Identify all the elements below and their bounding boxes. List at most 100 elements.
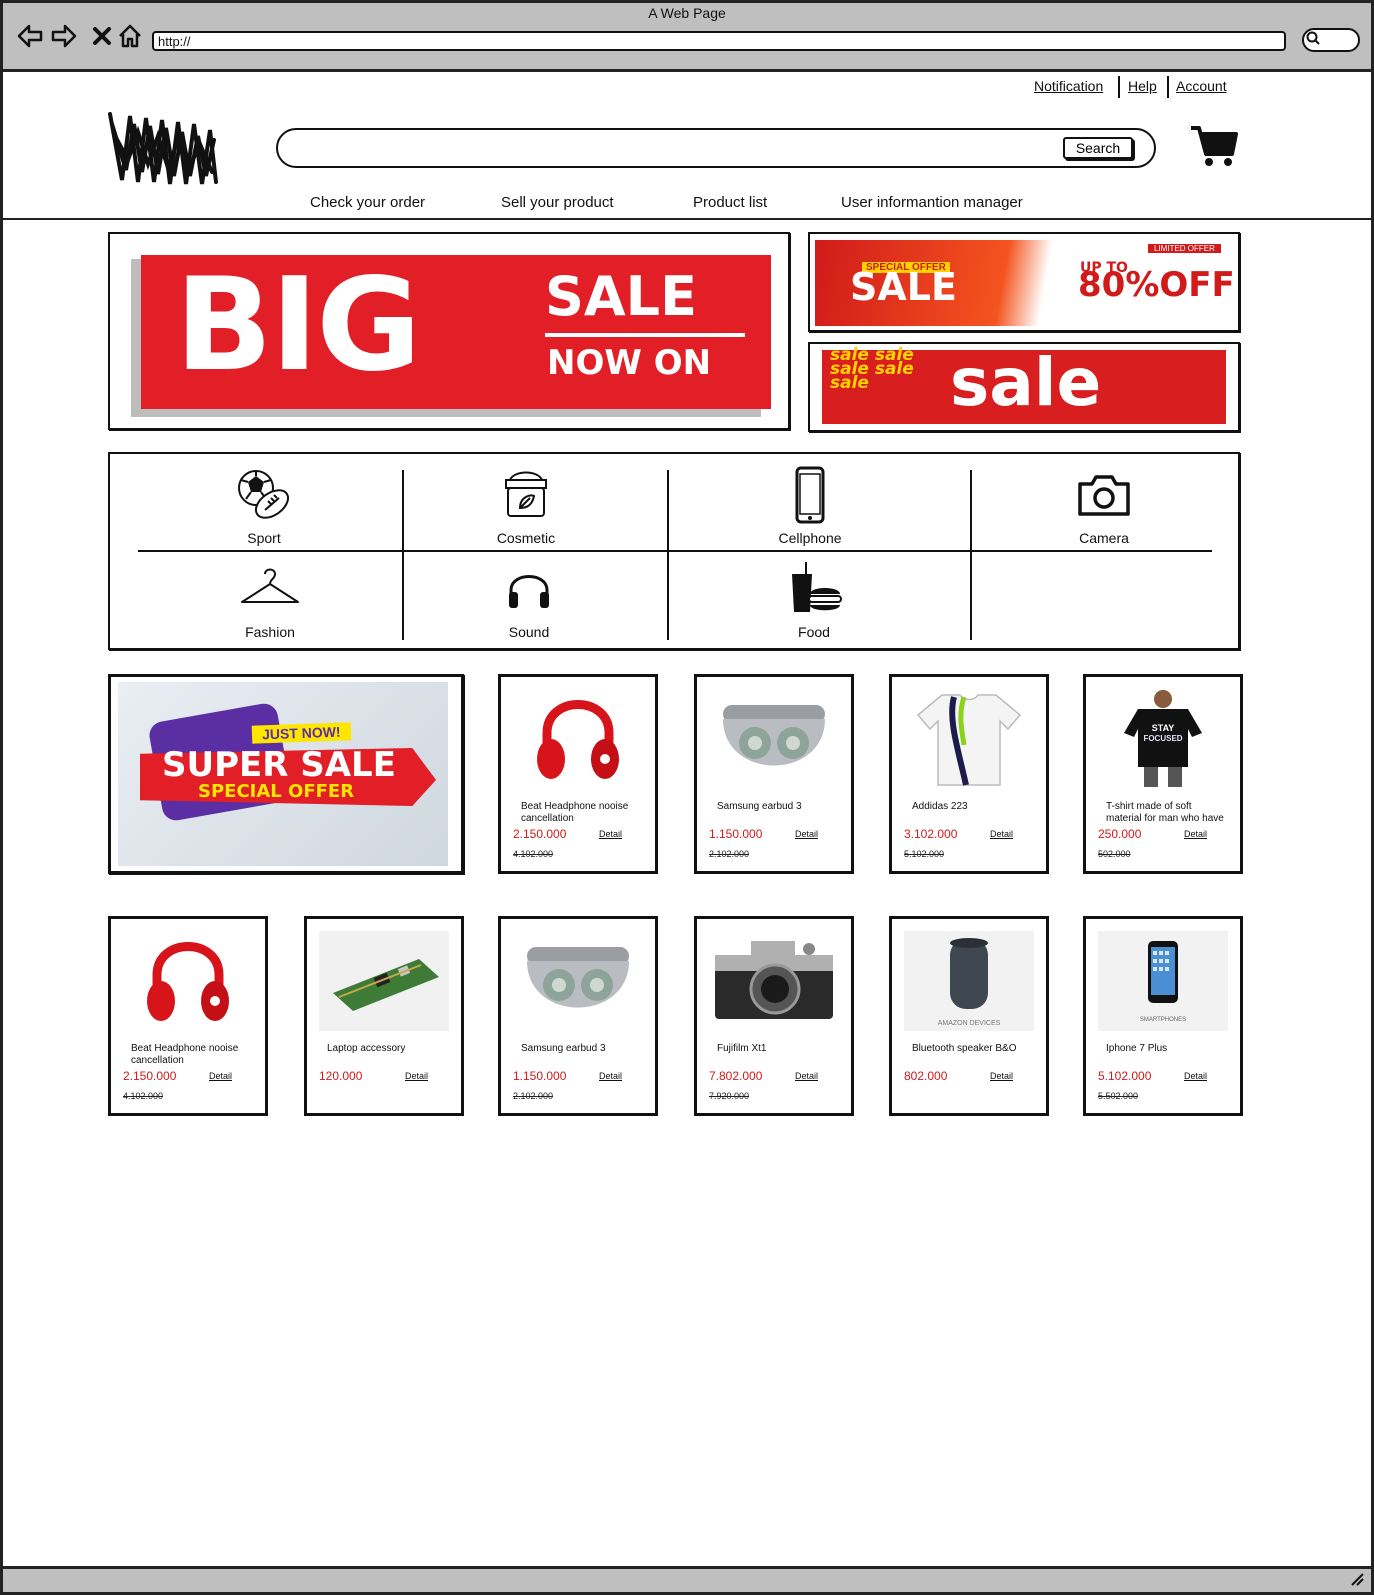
back-icon[interactable] (16, 22, 44, 50)
product-card[interactable]: Beat Headphone nooise cancellation 2.150.… (498, 674, 658, 874)
product-detail-link[interactable]: Detail (209, 1071, 232, 1081)
product-image[interactable] (904, 689, 1034, 789)
product-detail-link[interactable]: Detail (405, 1071, 428, 1081)
product-image[interactable] (123, 931, 253, 1031)
product-name: Iphone 7 Plus (1106, 1043, 1168, 1054)
product-image[interactable] (709, 689, 839, 789)
banner-just-now-label: JUST NOW! (251, 722, 351, 744)
product-price: 120.000 (319, 1069, 363, 1083)
product-search-input[interactable] (276, 128, 1156, 168)
hanger-icon (240, 560, 300, 620)
product-card[interactable]: Iphone 7 Plus 5.102.000 Detail 5.502.000 (1083, 916, 1243, 1116)
category-food[interactable]: Food (724, 560, 904, 640)
home-icon[interactable] (116, 22, 144, 50)
nav-sell-product[interactable]: Sell your product (501, 194, 614, 211)
product-price: 250.000 (1098, 827, 1142, 841)
category-divider (667, 470, 669, 640)
product-card[interactable]: Fujifilm Xt1 7.802.000 Detail 7.920.000 (694, 916, 854, 1116)
account-link[interactable]: Account (1176, 78, 1227, 94)
category-label: Camera (1079, 530, 1129, 546)
banner-small-sale-text: sale sale sale sale sale (830, 345, 914, 393)
product-old-price: 2.102.000 (709, 849, 750, 859)
category-row-divider (138, 550, 1212, 552)
category-divider (402, 470, 404, 640)
product-price: 1.150.000 (709, 827, 763, 841)
product-name: Fujifilm Xt1 (717, 1043, 767, 1054)
product-name: Addidas 223 (912, 801, 968, 812)
browser-status-bar (0, 1566, 1374, 1595)
notification-link[interactable]: Notification (1034, 78, 1103, 94)
product-detail-link[interactable]: Detail (1184, 829, 1207, 839)
product-card[interactable]: Laptop accessory 120.000 Detail (304, 916, 464, 1116)
product-image[interactable] (1098, 931, 1228, 1031)
product-old-price: 4.102.000 (123, 1091, 164, 1101)
category-sport[interactable]: Sport (174, 466, 354, 546)
product-card[interactable]: Samsung earbud 3 1.150.000 Detail 2.102.000 (498, 916, 658, 1116)
close-icon[interactable] (88, 22, 116, 50)
product-image[interactable] (904, 931, 1034, 1031)
product-detail-link[interactable]: Detail (990, 829, 1013, 839)
product-detail-link[interactable]: Detail (795, 1071, 818, 1081)
category-cellphone[interactable]: Cellphone (720, 466, 900, 546)
product-image[interactable] (319, 931, 449, 1031)
banner-now-on-text: NOW ON (547, 343, 712, 383)
product-card[interactable]: Bluetooth speaker B&O 802.000 Detail (889, 916, 1049, 1116)
window-title: A Web Page (648, 5, 726, 21)
product-image[interactable] (513, 931, 643, 1031)
product-old-price: 7.920.000 (709, 1091, 750, 1101)
product-detail-link[interactable]: Detail (795, 829, 818, 839)
banner-divider (545, 333, 745, 337)
banner-big-sale-text: sale (950, 344, 1102, 421)
header-divider (0, 218, 1374, 220)
product-card[interactable]: Addidas 223 3.102.000 Detail 5.102.000 (889, 674, 1049, 874)
product-image[interactable] (709, 931, 839, 1031)
nav-user-info-manager[interactable]: User informantion manager (841, 194, 1023, 211)
cosmetic-jar-icon (496, 466, 556, 526)
product-name: Bluetooth speaker B&O (912, 1043, 1017, 1054)
category-fashion[interactable]: Fashion (180, 560, 360, 640)
banner-big-text: BIG (175, 251, 421, 400)
banner-limited-label: LIMITED OFFER (1148, 244, 1221, 253)
product-card[interactable]: T-shirt made of soft material for man wh… (1083, 674, 1243, 874)
product-price: 5.102.000 (1098, 1069, 1152, 1083)
logo[interactable] (108, 110, 220, 186)
product-old-price: 5.502.000 (1098, 1091, 1139, 1101)
product-detail-link[interactable]: Detail (599, 1071, 622, 1081)
category-sound[interactable]: Sound (439, 560, 619, 640)
category-cosmetic[interactable]: Cosmetic (436, 466, 616, 546)
product-image[interactable] (513, 689, 643, 789)
category-camera[interactable]: Camera (1014, 466, 1194, 546)
banner-sale-text: SALE (850, 265, 957, 309)
category-label: Food (798, 624, 830, 640)
headphones-icon (499, 560, 559, 620)
category-label: Sport (247, 530, 281, 546)
product-name: Laptop accessory (327, 1043, 406, 1054)
nav-product-list[interactable]: Product list (693, 194, 767, 211)
forward-icon[interactable] (50, 22, 78, 50)
nav-check-order[interactable]: Check your order (310, 194, 425, 211)
product-name: Beat Headphone nooise cancellation (521, 801, 629, 824)
resize-grip-icon[interactable] (1350, 1572, 1364, 1589)
product-old-price: 5.102.000 (904, 849, 945, 859)
cellphone-icon (780, 466, 840, 526)
product-old-price: 2.102.000 (513, 1091, 554, 1101)
product-detail-link[interactable]: Detail (990, 1071, 1013, 1081)
search-icon (1306, 31, 1320, 48)
product-detail-link[interactable]: Detail (1184, 1071, 1207, 1081)
category-label: Fashion (245, 624, 295, 640)
product-price: 1.150.000 (513, 1069, 567, 1083)
product-detail-link[interactable]: Detail (599, 829, 622, 839)
search-button[interactable]: Search (1063, 137, 1133, 159)
url-bar[interactable]: http:// (152, 31, 1286, 51)
help-link[interactable]: Help (1128, 78, 1157, 94)
product-card[interactable]: Beat Headphone nooise cancellation 2.150.… (108, 916, 268, 1116)
product-name: Samsung earbud 3 (717, 801, 802, 812)
product-name: Samsung earbud 3 (521, 1043, 606, 1054)
product-price: 2.150.000 (123, 1069, 177, 1083)
product-old-price: 4.102.000 (513, 849, 554, 859)
shopping-cart-icon[interactable] (1190, 124, 1238, 168)
product-image[interactable] (1098, 689, 1228, 789)
product-card[interactable]: Samsung earbud 3 1.150.000 Detail 2.102.000 (694, 674, 854, 874)
product-price: 7.802.000 (709, 1069, 763, 1083)
camera-icon (1074, 466, 1134, 526)
